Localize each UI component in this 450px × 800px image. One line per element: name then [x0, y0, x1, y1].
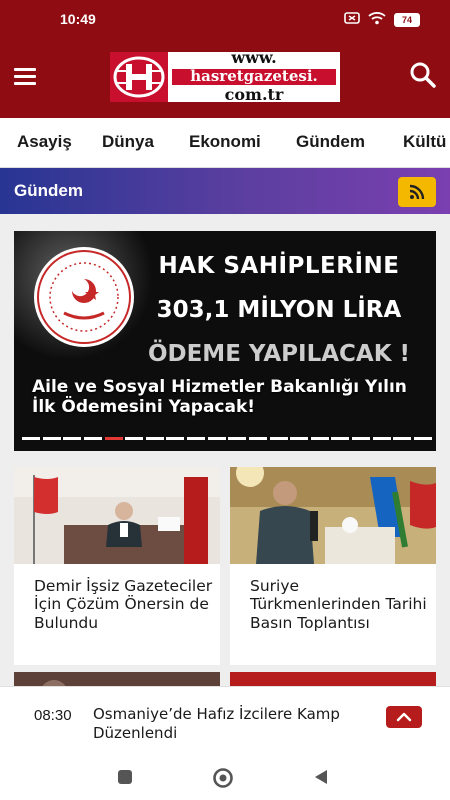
- sim-x-icon: [344, 10, 360, 29]
- slider-dot[interactable]: [352, 437, 371, 440]
- status-time: 10:49: [60, 11, 96, 27]
- section-title: Gündem: [14, 181, 83, 200]
- logo-text: www. hasretgazetesi. com.tr: [168, 50, 340, 103]
- card-title[interactable]: Demir İşsiz Gazeteciler İçin Çözüm Öners…: [34, 577, 214, 632]
- tab-asayis[interactable]: Asayiş: [17, 132, 72, 152]
- card-image: [14, 467, 220, 564]
- slider-dot[interactable]: [207, 437, 226, 440]
- slider-dot[interactable]: [393, 437, 412, 440]
- home-icon[interactable]: [212, 768, 234, 792]
- news-card[interactable]: Demir İşsiz Gazeteciler İçin Çözüm Öners…: [14, 467, 220, 665]
- headline-slider[interactable]: HAK SAHİPLERİNE 303,1 MİLYON LİRA ÖDEME …: [14, 231, 436, 451]
- slider-dot[interactable]: [269, 437, 288, 440]
- breaking-news-bar[interactable]: 08:30 Osmaniye’de Hafız İzcilere Kamp Dü…: [0, 686, 450, 756]
- slide-banner: HAK SAHİPLERİNE 303,1 MİLYON LİRA ÖDEME …: [144, 253, 414, 367]
- slider-dot[interactable]: [310, 437, 329, 440]
- chevron-up-icon[interactable]: [386, 706, 422, 728]
- wifi-icon: [368, 10, 386, 29]
- logo-line-domain: hasretgazetesi.: [172, 68, 336, 85]
- system-nav-bar: [0, 756, 450, 800]
- banner-line-2: 303,1 MİLYON LİRA: [156, 297, 402, 323]
- section-header: Gündem: [0, 168, 450, 214]
- slider-dot[interactable]: [145, 437, 164, 440]
- breaking-time: 08:30: [34, 707, 72, 724]
- slider-dot[interactable]: [290, 437, 309, 440]
- ministry-seal-image: [34, 247, 134, 347]
- slider-dot[interactable]: [414, 437, 432, 440]
- slider-dot[interactable]: [42, 437, 61, 440]
- banner-line-1: HAK SAHİPLERİNE: [158, 253, 400, 279]
- slider-dot[interactable]: [187, 437, 206, 440]
- breaking-headline[interactable]: Osmaniye’de Hafız İzcilere Kamp Düzenlen…: [93, 705, 373, 743]
- logo-line-tld: com.tr: [224, 84, 284, 104]
- card-title[interactable]: Suriye Türkmenlerinden Tarihi Basın Topl…: [250, 577, 430, 632]
- banner-line-3: ÖDEME YAPILACAK !: [147, 341, 411, 367]
- slider-dot[interactable]: [83, 437, 102, 440]
- slider-dot[interactable]: [248, 437, 267, 440]
- site-logo[interactable]: www. hasretgazetesi. com.tr: [110, 50, 340, 103]
- slider-dot[interactable]: [125, 437, 144, 440]
- slider-dot[interactable]: [104, 437, 123, 440]
- slider-dot[interactable]: [63, 437, 82, 440]
- tab-ekonomi[interactable]: Ekonomi: [189, 132, 261, 152]
- slider-dots: [22, 437, 432, 441]
- slider-dot[interactable]: [166, 437, 185, 440]
- category-tabs: Asayiş Dünya Ekonomi Gündem Kültü: [0, 118, 450, 168]
- logo-line-www: www.: [231, 48, 277, 68]
- battery-icon: 74: [394, 12, 420, 27]
- card-image: [230, 467, 436, 564]
- slider-dot[interactable]: [228, 437, 247, 440]
- status-icons: 74: [344, 10, 420, 29]
- slider-dot[interactable]: [22, 437, 40, 440]
- status-bar: 10:49 74: [0, 0, 450, 36]
- recent-apps-icon[interactable]: [116, 768, 134, 790]
- rss-icon[interactable]: [398, 177, 436, 207]
- logo-h-mark-icon: [110, 52, 168, 102]
- news-card[interactable]: Suriye Türkmenlerinden Tarihi Basın Topl…: [230, 467, 436, 665]
- tab-dunya[interactable]: Dünya: [102, 132, 154, 152]
- tab-gundem[interactable]: Gündem: [296, 132, 365, 152]
- slider-dot[interactable]: [372, 437, 391, 440]
- tab-kultur[interactable]: Kültü: [403, 132, 446, 152]
- app-header: www. hasretgazetesi. com.tr: [0, 36, 450, 118]
- back-icon[interactable]: [312, 768, 330, 790]
- slide-caption[interactable]: Aile ve Sosyal Hizmetler Bakanlığı Yılın…: [32, 377, 432, 418]
- slider-dot[interactable]: [331, 437, 350, 440]
- search-icon[interactable]: [408, 60, 438, 90]
- hamburger-menu-icon[interactable]: [12, 62, 40, 90]
